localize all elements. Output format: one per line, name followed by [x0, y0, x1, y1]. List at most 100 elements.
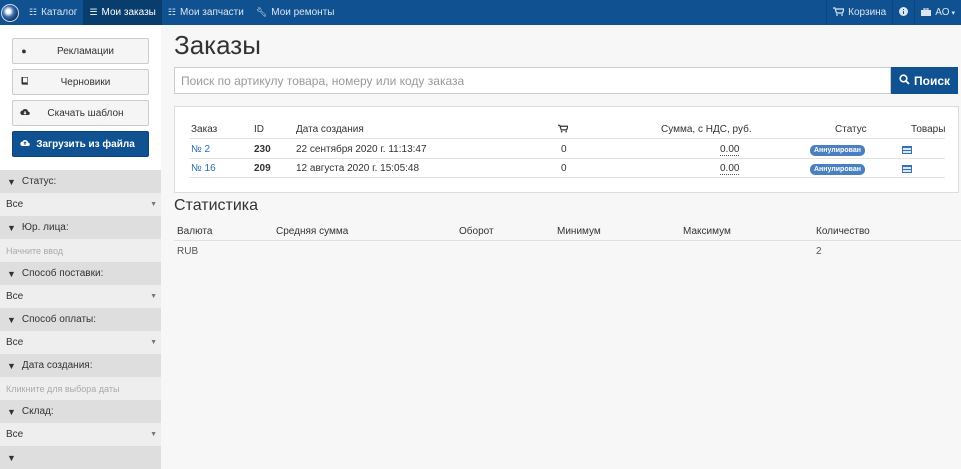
filter-payment-label: Способ оплаты: — [21, 314, 96, 325]
filter-date-input[interactable]: Кликните для выбора даты — [0, 377, 161, 400]
filter-delivery-label: Способ поставки: — [21, 268, 104, 279]
order-qty: 0 — [561, 163, 567, 174]
info-icon — [899, 6, 909, 19]
filter-delivery-select[interactable]: Все ▼ — [0, 285, 161, 308]
nav-my-repairs[interactable]: 🔧︎ Мои ремонты — [250, 0, 341, 25]
filter-delivery-header: ▼ Способ поставки: — [0, 262, 161, 285]
drafts-button[interactable]: Черновики — [12, 69, 149, 95]
col-created[interactable]: Дата создания — [296, 124, 364, 135]
filter-legal-label: Юр. лица: — [21, 222, 69, 233]
nav-cart[interactable]: Корзина — [826, 0, 892, 25]
filter-legal-input[interactable]: Начните ввод — [0, 239, 161, 262]
filter-warehouse-value: Все — [6, 429, 24, 440]
filter-payment-value: Все — [6, 337, 24, 348]
nav-info[interactable] — [892, 0, 914, 25]
circle-icon: ● — [21, 46, 27, 56]
filter-icon: ▼ — [7, 360, 16, 371]
filter-next-header: ▼ — [0, 446, 161, 469]
col-order[interactable]: Заказ — [191, 124, 217, 135]
briefcase-icon — [921, 7, 932, 18]
sidebar: ● Рекламации Черновики Скачать шаблон За… — [0, 25, 161, 469]
logo[interactable] — [1, 3, 19, 22]
filter-warehouse-label: Склад: — [21, 406, 54, 417]
filter-legal-header: ▼ Юр. лица: — [0, 216, 161, 239]
orders-table: Заказ ID Дата создания Сумма, с НДС, руб… — [174, 106, 959, 193]
filter-icon: ▼ — [7, 406, 16, 417]
cart-icon — [833, 7, 846, 18]
stats-count: 2 — [816, 246, 822, 257]
nav-user-menu[interactable]: АО ▾ — [914, 0, 961, 25]
filter-status-header: ▼ Статус: — [0, 170, 161, 193]
order-id: 230 — [254, 144, 271, 155]
nav-user-label: АО — [935, 7, 950, 18]
divider — [174, 240, 961, 241]
top-navbar: ☷ Каталог ☰ Мои заказы ☷ Мои запчасти 🔧︎… — [0, 0, 961, 25]
goods-list-icon[interactable] — [902, 165, 912, 173]
order-created: 12 августа 2020 г. 15:05:48 — [296, 163, 420, 174]
status-badge: Аннулирован — [810, 164, 865, 175]
cloud-upload-icon — [20, 139, 30, 149]
nav-my-repairs-label: Мои ремонты — [271, 7, 335, 18]
filter-icon: ▼ — [7, 176, 16, 187]
order-qty: 0 — [561, 144, 567, 155]
book-icon — [20, 76, 29, 87]
order-sum[interactable]: 0.00 — [720, 144, 740, 156]
filter-delivery-value: Все — [6, 291, 24, 302]
col-sum[interactable]: Сумма, с НДС, руб. — [661, 124, 752, 135]
order-id: 209 — [254, 163, 271, 174]
claims-button-label: Рекламации — [56, 45, 114, 57]
stats-title: Статистика — [174, 197, 259, 214]
upload-file-label: Загрузить из файла — [36, 138, 135, 150]
search-button-label: Поиск — [913, 73, 950, 88]
filter-status-select[interactable]: Все ▼ — [0, 193, 161, 216]
filter-legal-placeholder: Начните ввод — [6, 245, 64, 256]
divider — [189, 138, 945, 139]
nav-right: Корзина АО ▾ — [826, 0, 961, 25]
caret-down-icon: ▼ — [150, 339, 157, 346]
download-template-button[interactable]: Скачать шаблон — [12, 100, 149, 126]
list-icon: ☰ — [89, 7, 98, 17]
filter-status-label: Статус: — [21, 176, 57, 187]
nav-catalog[interactable]: ☷ Каталог — [23, 0, 83, 25]
search-icon — [899, 73, 910, 88]
sitemap-icon: ☷ — [167, 7, 176, 17]
filter-date-label: Дата создания: — [21, 360, 93, 371]
status-badge: Аннулирован — [810, 145, 865, 156]
stats-col-currency: Валюта — [177, 226, 213, 237]
search-input[interactable] — [181, 73, 890, 88]
order-link[interactable]: № 16 — [191, 163, 216, 174]
filter-warehouse-select[interactable]: Все ▼ — [0, 423, 161, 446]
nav-my-parts-label: Мои запчасти — [179, 7, 244, 18]
nav-catalog-label: Каталог — [41, 7, 78, 18]
col-id[interactable]: ID — [254, 124, 264, 135]
order-created: 22 сентября 2020 г. 11:13:47 — [296, 144, 427, 155]
nav-cart-label: Корзина — [848, 7, 887, 18]
cloud-download-icon — [20, 108, 30, 118]
filter-date-placeholder: Кликните для выбора даты — [6, 383, 120, 394]
col-status[interactable]: Статус — [835, 124, 867, 135]
page-title: Заказы — [174, 30, 261, 60]
nav-my-orders[interactable]: ☰ Мои заказы — [83, 0, 162, 25]
claims-button[interactable]: ● Рекламации — [12, 38, 149, 64]
caret-down-icon: ▾ — [951, 9, 955, 17]
upload-file-button[interactable]: Загрузить из файла — [12, 131, 149, 157]
order-link[interactable]: № 2 — [191, 144, 210, 155]
goods-list-icon[interactable] — [902, 146, 912, 154]
divider — [189, 177, 945, 178]
nav-my-parts[interactable]: ☷ Мои запчасти — [162, 0, 250, 25]
search-button[interactable]: Поиск — [891, 67, 958, 94]
filter-payment-select[interactable]: Все ▼ — [0, 331, 161, 354]
stats-col-turnover: Оборот — [459, 226, 494, 237]
divider — [189, 158, 945, 159]
order-sum[interactable]: 0.00 — [720, 163, 740, 175]
caret-down-icon: ▼ — [150, 201, 157, 208]
filter-payment-header: ▼ Способ оплаты: — [0, 308, 161, 331]
stats-col-avg: Средняя сумма — [276, 226, 349, 237]
stats-col-max: Максимум — [683, 226, 731, 237]
caret-down-icon: ▼ — [150, 431, 157, 438]
filter-icon: ▼ — [7, 268, 16, 279]
drafts-button-label: Черновики — [60, 76, 111, 88]
stats-col-count: Количество — [816, 226, 870, 237]
filter-status-value: Все — [6, 199, 24, 210]
filter-icon: ▼ — [7, 222, 16, 233]
